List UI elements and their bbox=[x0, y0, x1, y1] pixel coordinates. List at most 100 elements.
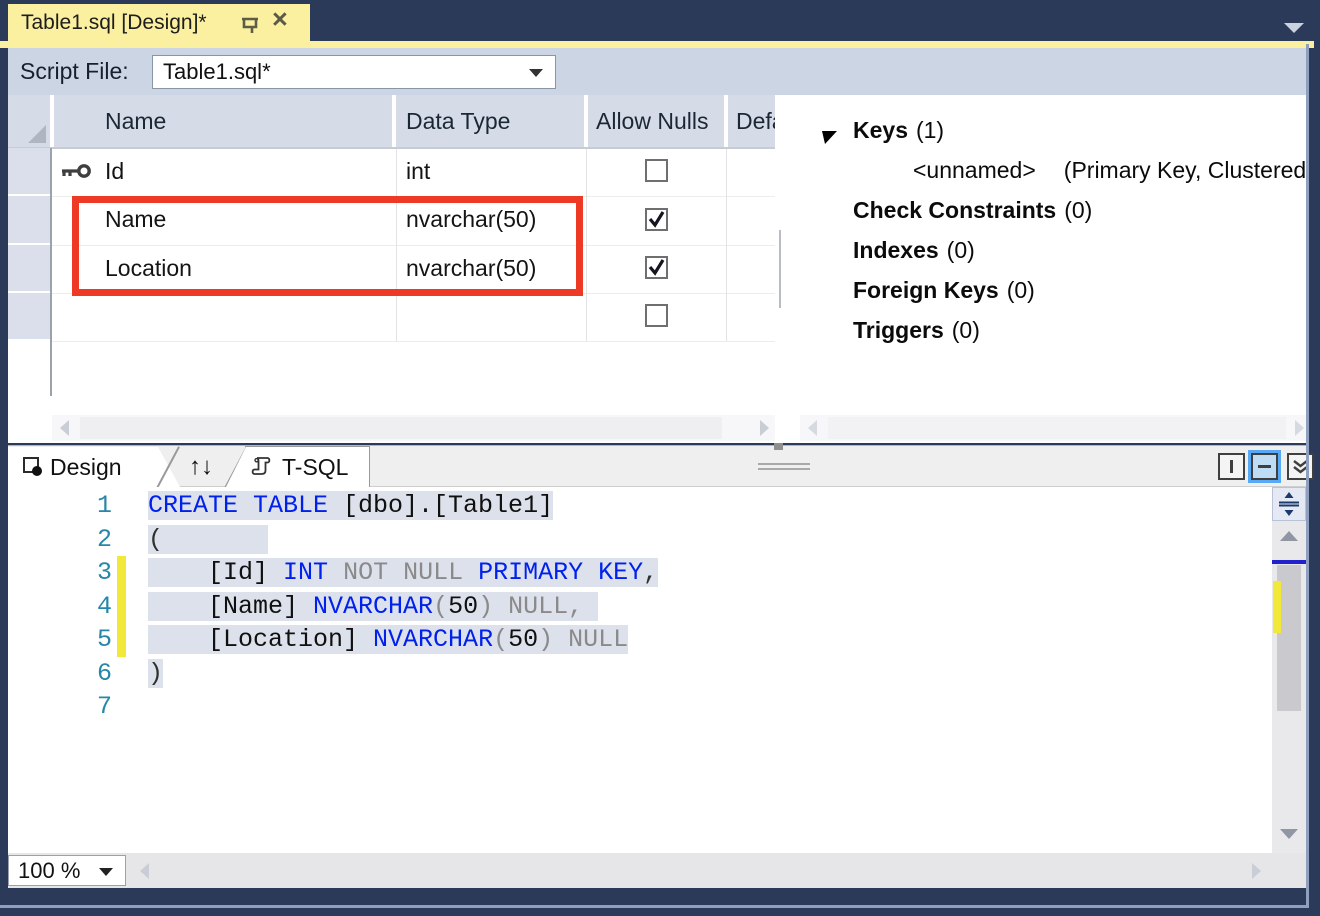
line-number: 1 bbox=[8, 489, 112, 523]
scroll-right-icon[interactable] bbox=[1252, 863, 1261, 879]
key-name: <unnamed> bbox=[913, 157, 1036, 183]
grid-column-header-allow-nulls[interactable]: Allow Nulls bbox=[588, 95, 724, 147]
panel-key-item[interactable]: <unnamed>(Primary Key, Clustered: Id bbox=[913, 157, 1306, 197]
code-line-5: 5 [Location] NVARCHAR(50) NULL bbox=[8, 623, 1272, 657]
script-file-value: Table1.sql* bbox=[163, 56, 271, 88]
row-header[interactable] bbox=[8, 148, 50, 194]
scroll-down-icon[interactable] bbox=[1280, 829, 1298, 839]
scroll-left-icon[interactable] bbox=[140, 863, 149, 879]
editor-status-strip: 100 % bbox=[8, 853, 1306, 888]
editor-vscrollbar[interactable] bbox=[1272, 487, 1306, 853]
scroll-left-icon[interactable] bbox=[808, 420, 817, 436]
row-header[interactable] bbox=[8, 293, 50, 339]
panel-item-check-constraints[interactable]: Check Constraints(0) bbox=[821, 197, 1092, 237]
panel-item-count: (0) bbox=[1007, 277, 1035, 303]
tab-design-label: Design bbox=[50, 447, 122, 487]
zoom-value: 100 % bbox=[18, 856, 80, 885]
code-line-6: 6) bbox=[8, 657, 1272, 691]
code-line-2: 2( bbox=[8, 523, 1272, 557]
split-arrows-icon bbox=[1276, 491, 1302, 517]
allow-nulls-checkbox[interactable] bbox=[645, 208, 668, 231]
split-editor-button[interactable] bbox=[1272, 487, 1306, 521]
close-icon[interactable]: × bbox=[272, 4, 288, 34]
split-vertical-button[interactable] bbox=[1218, 453, 1245, 480]
line-number: 7 bbox=[8, 690, 112, 724]
panel-item-indexes[interactable]: Indexes (0) bbox=[821, 237, 975, 277]
chevron-down-icon[interactable] bbox=[529, 69, 543, 77]
scroll-up-icon[interactable] bbox=[1280, 531, 1298, 541]
panel-item-label: Foreign Keys bbox=[853, 277, 999, 303]
scroll-right-icon[interactable] bbox=[1295, 420, 1304, 436]
cell-name[interactable]: Id bbox=[105, 148, 124, 194]
primary-key-icon bbox=[60, 162, 92, 185]
collapse-pane-button[interactable] bbox=[1287, 453, 1314, 480]
code-text: [Name] NVARCHAR(50) NULL, bbox=[148, 590, 598, 624]
tab-list-dropdown-icon[interactable] bbox=[1284, 23, 1304, 33]
grid-column-header-name[interactable]: Name bbox=[54, 95, 392, 147]
changed-lines-marker bbox=[1273, 581, 1281, 633]
allow-nulls-checkbox[interactable] bbox=[645, 159, 668, 182]
grid-corner-cell[interactable] bbox=[8, 95, 50, 147]
line-number: 3 bbox=[8, 556, 112, 590]
splitter-nub bbox=[774, 443, 783, 450]
grid-column-header-data-type[interactable]: Data Type bbox=[396, 95, 584, 147]
panel-item-triggers[interactable]: Triggers(0) bbox=[821, 317, 980, 357]
red-highlight-rectangle bbox=[72, 196, 583, 296]
tab-tsql-label: T-SQL bbox=[282, 447, 348, 487]
document-tab[interactable]: Table1.sql [Design]* bbox=[8, 4, 310, 42]
changed-line-bar bbox=[117, 590, 126, 624]
vertical-bar-icon bbox=[1230, 460, 1233, 473]
window-border bbox=[0, 905, 1309, 908]
code-line-4: 4 [Name] NVARCHAR(50) NULL, bbox=[8, 590, 1272, 624]
split-horizontal-button[interactable] bbox=[1251, 453, 1278, 480]
row-header[interactable] bbox=[8, 245, 50, 291]
swap-panes-button[interactable]: ↑↓ bbox=[178, 447, 224, 487]
table-row[interactable]: Id int bbox=[52, 148, 775, 194]
cell-data-type[interactable]: int bbox=[406, 148, 430, 194]
horizontal-bar-icon bbox=[1258, 465, 1271, 468]
grid-hscrollbar[interactable] bbox=[52, 415, 775, 441]
tab-border bbox=[369, 446, 370, 487]
allow-nulls-checkbox[interactable] bbox=[645, 304, 668, 327]
panel-item-label: Indexes bbox=[853, 237, 939, 263]
pin-icon[interactable] bbox=[238, 11, 262, 40]
tab-design[interactable]: Design bbox=[8, 447, 180, 487]
caret-position-marker bbox=[1272, 560, 1306, 564]
panel-hscrollbar-thumb[interactable] bbox=[828, 417, 1286, 439]
tsql-scroll-icon bbox=[250, 455, 274, 482]
select-all-triangle-icon bbox=[28, 125, 46, 143]
code-text: ( bbox=[148, 523, 268, 557]
scroll-left-icon[interactable] bbox=[60, 420, 69, 436]
line-number: 2 bbox=[8, 523, 112, 557]
panel-hscrollbar[interactable] bbox=[800, 415, 1306, 441]
panel-item-count: (0) bbox=[947, 237, 975, 263]
vertical-splitter[interactable] bbox=[779, 230, 781, 308]
code-text: [Location] NVARCHAR(50) NULL bbox=[148, 623, 628, 657]
designer-view-tabbar: Design ↑↓ T-SQL bbox=[8, 445, 1306, 487]
panel-item-foreign-keys[interactable]: Foreign Keys (0) bbox=[821, 277, 1035, 317]
pane-splitter-grip[interactable] bbox=[758, 468, 810, 470]
code-text: [Id] INT NOT NULL PRIMARY KEY, bbox=[148, 556, 658, 590]
grid-column-header-defa[interactable]: Defa bbox=[728, 95, 775, 147]
code-text: ) bbox=[148, 657, 163, 691]
table-row[interactable] bbox=[52, 293, 775, 339]
chevron-down-icon[interactable] bbox=[99, 868, 113, 876]
scroll-right-icon[interactable] bbox=[760, 420, 769, 436]
document-tab-title: Table1.sql [Design]* bbox=[8, 11, 207, 35]
row-header[interactable] bbox=[8, 196, 50, 243]
grid-line bbox=[52, 341, 775, 342]
code-line-3: 3 [Id] INT NOT NULL PRIMARY KEY, bbox=[8, 556, 1272, 590]
script-file-bar: Script File: Table1.sql* bbox=[8, 48, 1306, 95]
panel-item-keys[interactable]: Keys(1) bbox=[821, 117, 944, 157]
table-designer-window: Table1.sql [Design]* × Script File: Tabl… bbox=[0, 0, 1320, 916]
tsql-code-editor[interactable]: 1CREATE TABLE [dbo].[Table1]2( 3 [Id] IN… bbox=[8, 487, 1272, 853]
changed-line-bar bbox=[117, 556, 126, 590]
allow-nulls-checkbox[interactable] bbox=[645, 256, 668, 279]
pane-splitter-grip[interactable] bbox=[758, 463, 810, 465]
expander-icon[interactable] bbox=[821, 125, 838, 152]
script-file-combobox[interactable]: Table1.sql* bbox=[152, 55, 556, 89]
zoom-combobox[interactable]: 100 % bbox=[8, 855, 126, 886]
panel-item-label: Triggers bbox=[853, 317, 944, 343]
panel-item-count: (0) bbox=[1064, 197, 1092, 223]
grid-hscrollbar-thumb[interactable] bbox=[80, 417, 722, 439]
